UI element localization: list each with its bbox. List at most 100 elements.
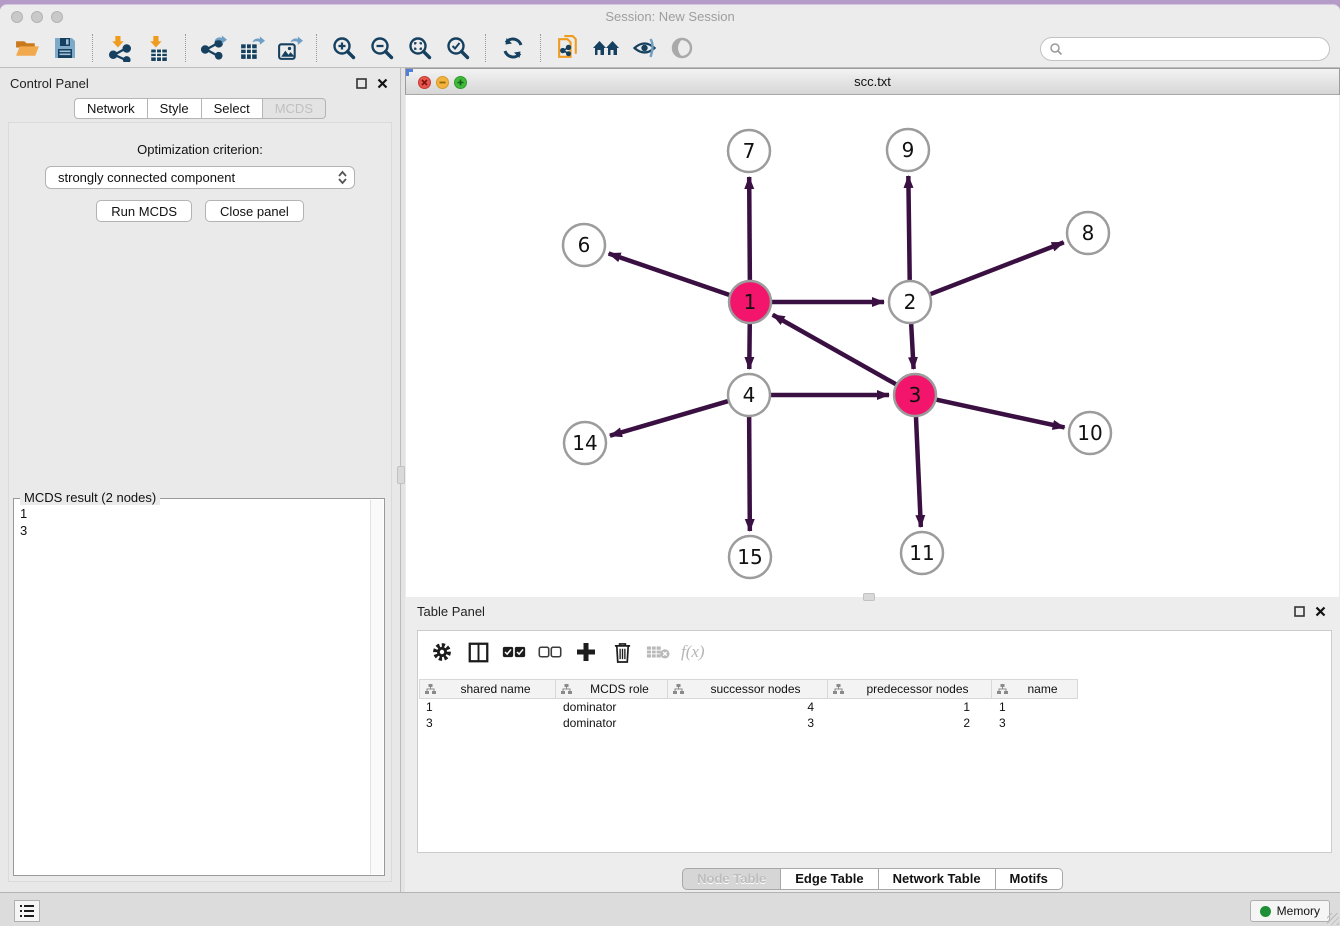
mcds-result-box: MCDS result (2 nodes) 1 3 (13, 498, 385, 876)
column-header-shared-name[interactable]: shared name (419, 679, 556, 699)
eye-slash-icon (631, 35, 658, 61)
export-image-button[interactable] (272, 32, 306, 64)
tab-network[interactable]: Network (74, 98, 148, 119)
resize-grip[interactable] (1327, 913, 1339, 925)
tab-network-table[interactable]: Network Table (879, 868, 996, 890)
save-session-button[interactable] (48, 32, 82, 64)
column-layout-button[interactable] (461, 635, 495, 669)
tab-edge-table[interactable]: Edge Table (781, 868, 878, 890)
control-panel: Control Panel NetworkStyleSelectMCDS Opt… (0, 68, 401, 892)
toolbar-separator (185, 34, 186, 62)
network-graph: 7968124314101511 (406, 95, 1339, 597)
column-header-successor-nodes[interactable]: successor nodes (668, 679, 828, 699)
search-icon (1049, 42, 1063, 56)
tab-mcds[interactable]: MCDS (263, 98, 326, 119)
node-table-area: f(x) shared nameMCDS rolesuccessor nodes… (417, 630, 1332, 853)
column-header-MCDS-role[interactable]: MCDS role (556, 679, 668, 699)
criterion-select[interactable]: strongly connected component (45, 166, 355, 189)
import-table-button[interactable] (141, 32, 175, 64)
close-panel-button[interactable] (374, 75, 390, 91)
table-row[interactable]: 3dominator323 (419, 715, 1331, 731)
clone-network-button[interactable] (551, 32, 585, 64)
close-icon (1315, 606, 1326, 617)
tab-select[interactable]: Select (202, 98, 263, 119)
column-tree-icon (673, 684, 684, 695)
clone-network-icon (555, 35, 582, 62)
network-canvas[interactable]: 7968124314101511 (406, 95, 1339, 597)
export-image-icon (276, 35, 303, 62)
tab-motifs[interactable]: Motifs (996, 868, 1063, 890)
column-tree-icon (997, 684, 1008, 695)
deselect-all-rows-button[interactable] (533, 635, 567, 669)
task-history-button[interactable] (14, 900, 40, 922)
float-window-icon (1294, 606, 1305, 617)
node-label-1: 1 (744, 290, 757, 314)
edge-2-9[interactable] (908, 176, 909, 280)
horizontal-split-grip[interactable] (863, 593, 875, 601)
edge-1-6[interactable] (609, 253, 730, 294)
table-settings-button[interactable] (425, 635, 459, 669)
table-body: 1dominator4113dominator323 (419, 699, 1331, 731)
checked-boxes-icon (502, 645, 526, 659)
run-mcds-button[interactable]: Run MCDS (96, 200, 192, 222)
edge-3-11[interactable] (916, 417, 921, 527)
export-table-button[interactable] (234, 32, 268, 64)
application-window: Session: New Session (0, 4, 1340, 926)
close-panel-button2[interactable]: Close panel (205, 200, 304, 222)
show-all-button[interactable] (665, 32, 699, 64)
split-grip[interactable] (397, 466, 405, 484)
delete-column-button[interactable] (605, 635, 639, 669)
trash-icon (613, 642, 632, 663)
node-label-2: 2 (904, 290, 917, 314)
node-label-14: 14 (572, 431, 597, 455)
edge-2-8[interactable] (931, 242, 1064, 294)
table-tabs: Node TableEdge TableNetwork TableMotifs (405, 868, 1340, 890)
add-column-button[interactable] (569, 635, 603, 669)
float-panel-button[interactable] (353, 75, 369, 91)
edge-4-14[interactable] (610, 401, 728, 436)
select-all-rows-button[interactable] (497, 635, 531, 669)
zoom-in-button[interactable] (327, 32, 361, 64)
search-field (1040, 37, 1330, 61)
zoom-fit-button[interactable] (403, 32, 437, 64)
cell: dominator (556, 715, 668, 731)
close-table-panel-button[interactable] (1312, 603, 1328, 619)
refresh-view-button[interactable] (496, 32, 530, 64)
edge-2-3[interactable] (911, 324, 913, 369)
criterion-selected-value: strongly connected component (58, 170, 335, 185)
table-header-row: shared nameMCDS rolesuccessor nodesprede… (419, 679, 1331, 699)
delete-table-button-disabled (641, 635, 675, 669)
edge-3-1[interactable] (773, 315, 896, 384)
toolbar-separator (485, 34, 486, 62)
open-file-button[interactable] (10, 32, 44, 64)
close-icon (377, 78, 388, 89)
search-input[interactable] (1063, 39, 1329, 59)
eye-disabled-icon (669, 35, 695, 61)
export-network-button[interactable] (196, 32, 230, 64)
node-label-3: 3 (909, 383, 922, 407)
edge-4-15[interactable] (749, 417, 750, 531)
float-table-panel-button[interactable] (1291, 603, 1307, 619)
edge-1-7[interactable] (749, 177, 750, 280)
hide-selected-button[interactable] (627, 32, 661, 64)
open-folder-icon (14, 35, 41, 62)
zoom-out-button[interactable] (365, 32, 399, 64)
first-neighbors-button[interactable] (589, 32, 623, 64)
tab-node-table[interactable]: Node Table (682, 868, 781, 890)
import-network-button[interactable] (103, 32, 137, 64)
column-header-predecessor-nodes[interactable]: predecessor nodes (828, 679, 992, 699)
cell: 3 (668, 715, 828, 731)
column-header-name[interactable]: name (992, 679, 1078, 699)
zoom-out-icon (369, 35, 395, 61)
cell: 2 (828, 715, 992, 731)
tab-style[interactable]: Style (148, 98, 202, 119)
zoom-selected-button[interactable] (441, 32, 475, 64)
node-label-8: 8 (1082, 221, 1095, 245)
unchecked-boxes-icon (538, 645, 562, 659)
network-view-window: scc.txt 7968124314101511 (405, 68, 1340, 597)
memory-button[interactable]: Memory (1250, 900, 1330, 922)
network-window-titlebar: scc.txt (405, 68, 1340, 95)
result-scrollbar[interactable] (370, 500, 383, 874)
table-row[interactable]: 1dominator411 (419, 699, 1331, 715)
edge-3-10[interactable] (936, 400, 1064, 428)
